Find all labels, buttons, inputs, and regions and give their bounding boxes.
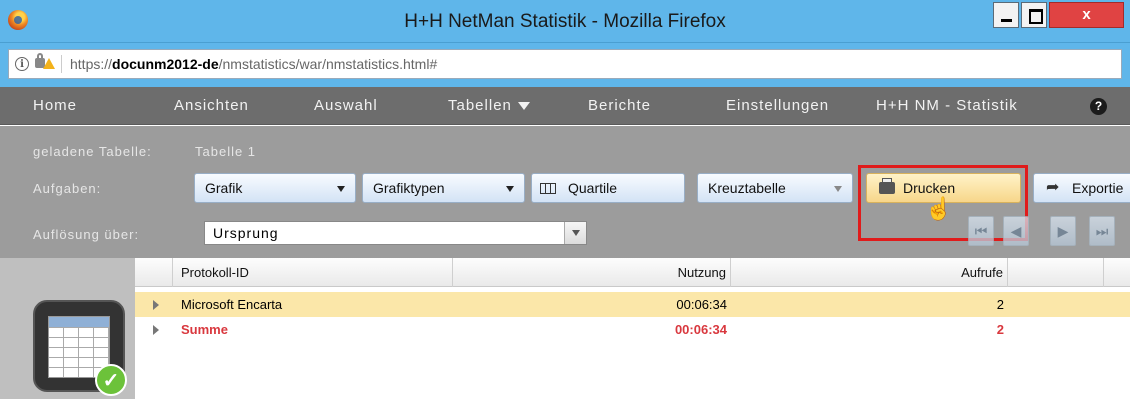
cell-nutzung: 00:06:34 (676, 297, 727, 312)
header-aufrufe[interactable]: Aufrufe (731, 258, 1008, 287)
grafik-dropdown[interactable]: Grafik (194, 173, 356, 203)
loaded-table-label: geladene Tabelle: (33, 144, 152, 159)
chevron-down-icon (517, 102, 530, 111)
last-page-button[interactable]: ⏭ (1089, 216, 1115, 246)
quartile-label: Quartile (568, 180, 618, 196)
grafik-label: Grafik (205, 180, 243, 196)
table-row[interactable]: Microsoft Encarta 00:06:34 2 (135, 292, 1130, 317)
window-title: H+H NetMan Statistik - Mozilla Firefox (404, 11, 726, 32)
first-page-button[interactable]: ⏮ (968, 216, 994, 246)
next-page-button[interactable]: ▶ (1050, 216, 1076, 246)
nav-einstellungen[interactable]: Einstellungen (726, 87, 829, 125)
url-path: /nmstatistics/war/nmstatistics.html# (218, 56, 438, 72)
nav-tabellen[interactable]: Tabellen (448, 87, 530, 125)
nav-statistik[interactable]: H+H NM - Statistik (876, 87, 1018, 125)
nav-berichte[interactable]: Berichte (588, 87, 651, 125)
window-titlebar: H+H NetMan Statistik - Mozilla Firefox x (0, 0, 1130, 43)
minimize-icon (1001, 19, 1012, 22)
nav-ansichten[interactable]: Ansichten (174, 87, 249, 125)
header-protokoll-id[interactable]: Protokoll-ID (173, 258, 453, 287)
kreuztabelle-dropdown[interactable]: Kreuztabelle (697, 173, 853, 203)
chevron-down-icon (506, 186, 514, 192)
maximize-button[interactable] (1021, 2, 1047, 28)
url-text[interactable]: https://docunm2012-de/nmstatistics/war/n… (70, 50, 437, 78)
header-nutzung[interactable]: Nutzung (453, 258, 731, 287)
minimize-button[interactable] (993, 2, 1019, 28)
resolution-label: Auflösung über: (33, 227, 140, 242)
next-icon: ▶ (1057, 223, 1069, 239)
close-icon: x (1082, 6, 1091, 23)
checkmark-icon: ✓ (95, 364, 127, 396)
table-header: Protokoll-ID Nutzung Aufrufe (135, 258, 1130, 287)
prev-page-button[interactable]: ◀ (1003, 216, 1029, 246)
table-loaded-icon: ✓ (33, 300, 127, 396)
quartile-button[interactable]: Quartile (531, 173, 685, 203)
grafiktypen-dropdown[interactable]: Grafiktypen (362, 173, 525, 203)
cell-summe-nutzung: 00:06:34 (674, 322, 727, 337)
resolution-value: Ursprung (213, 225, 279, 241)
export-button[interactable]: ➦ Exportie (1033, 173, 1130, 203)
info-icon[interactable]: i (15, 57, 29, 71)
header-extra (1008, 258, 1104, 287)
maximize-icon (1029, 9, 1043, 24)
cell-summe-aufrufe: 2 (996, 322, 1004, 337)
table-row[interactable]: Summe 00:06:34 2 (135, 317, 1130, 342)
grafiktypen-label: Grafiktypen (373, 180, 445, 196)
tasks-label: Aufgaben: (33, 181, 102, 196)
help-icon[interactable]: ? (1090, 98, 1107, 115)
address-bar[interactable]: i https://docunm2012-de/nmstatistics/war… (8, 49, 1122, 79)
share-arrow-icon: ➦ (1046, 179, 1060, 196)
url-toolbar: i https://docunm2012-de/nmstatistics/war… (0, 43, 1130, 87)
url-domain: docunm2012-de (112, 56, 219, 72)
expand-arrow-icon[interactable] (153, 300, 159, 310)
cell-protokoll-id: Microsoft Encarta (181, 297, 283, 312)
nav-auswahl[interactable]: Auswahl (314, 87, 378, 125)
nav-home[interactable]: Home (33, 87, 77, 125)
resolution-select[interactable]: Ursprung (204, 221, 587, 245)
chevron-down-icon (337, 186, 345, 192)
app-navbar: Home Ansichten Auswahl Tabellen Berichte… (0, 87, 1130, 125)
export-label: Exportie (1072, 180, 1124, 196)
close-button[interactable]: x (1049, 2, 1124, 28)
url-prefix: https:// (70, 56, 113, 72)
table-icon (540, 183, 556, 194)
loaded-table-value: Tabelle 1 (195, 144, 257, 159)
prev-icon: ◀ (1010, 223, 1022, 239)
header-spacer (135, 258, 173, 287)
hand-cursor-icon: ☝ (925, 196, 953, 221)
kreuztabelle-label: Kreuztabelle (708, 180, 786, 196)
warning-icon (43, 58, 55, 69)
expand-arrow-icon[interactable] (153, 325, 159, 335)
skip-first-icon: ⏮ (974, 223, 988, 239)
cell-summe: Summe (181, 322, 228, 337)
url-separator (61, 55, 62, 73)
cell-aufrufe: 2 (996, 297, 1004, 312)
nav-tabellen-label: Tabellen (448, 97, 512, 114)
skip-last-icon: ⏭ (1095, 223, 1109, 239)
data-table: Protokoll-ID Nutzung Aufrufe Microsoft E… (135, 258, 1130, 399)
chevron-down-icon[interactable] (564, 222, 586, 244)
chevron-down-icon (834, 186, 842, 192)
